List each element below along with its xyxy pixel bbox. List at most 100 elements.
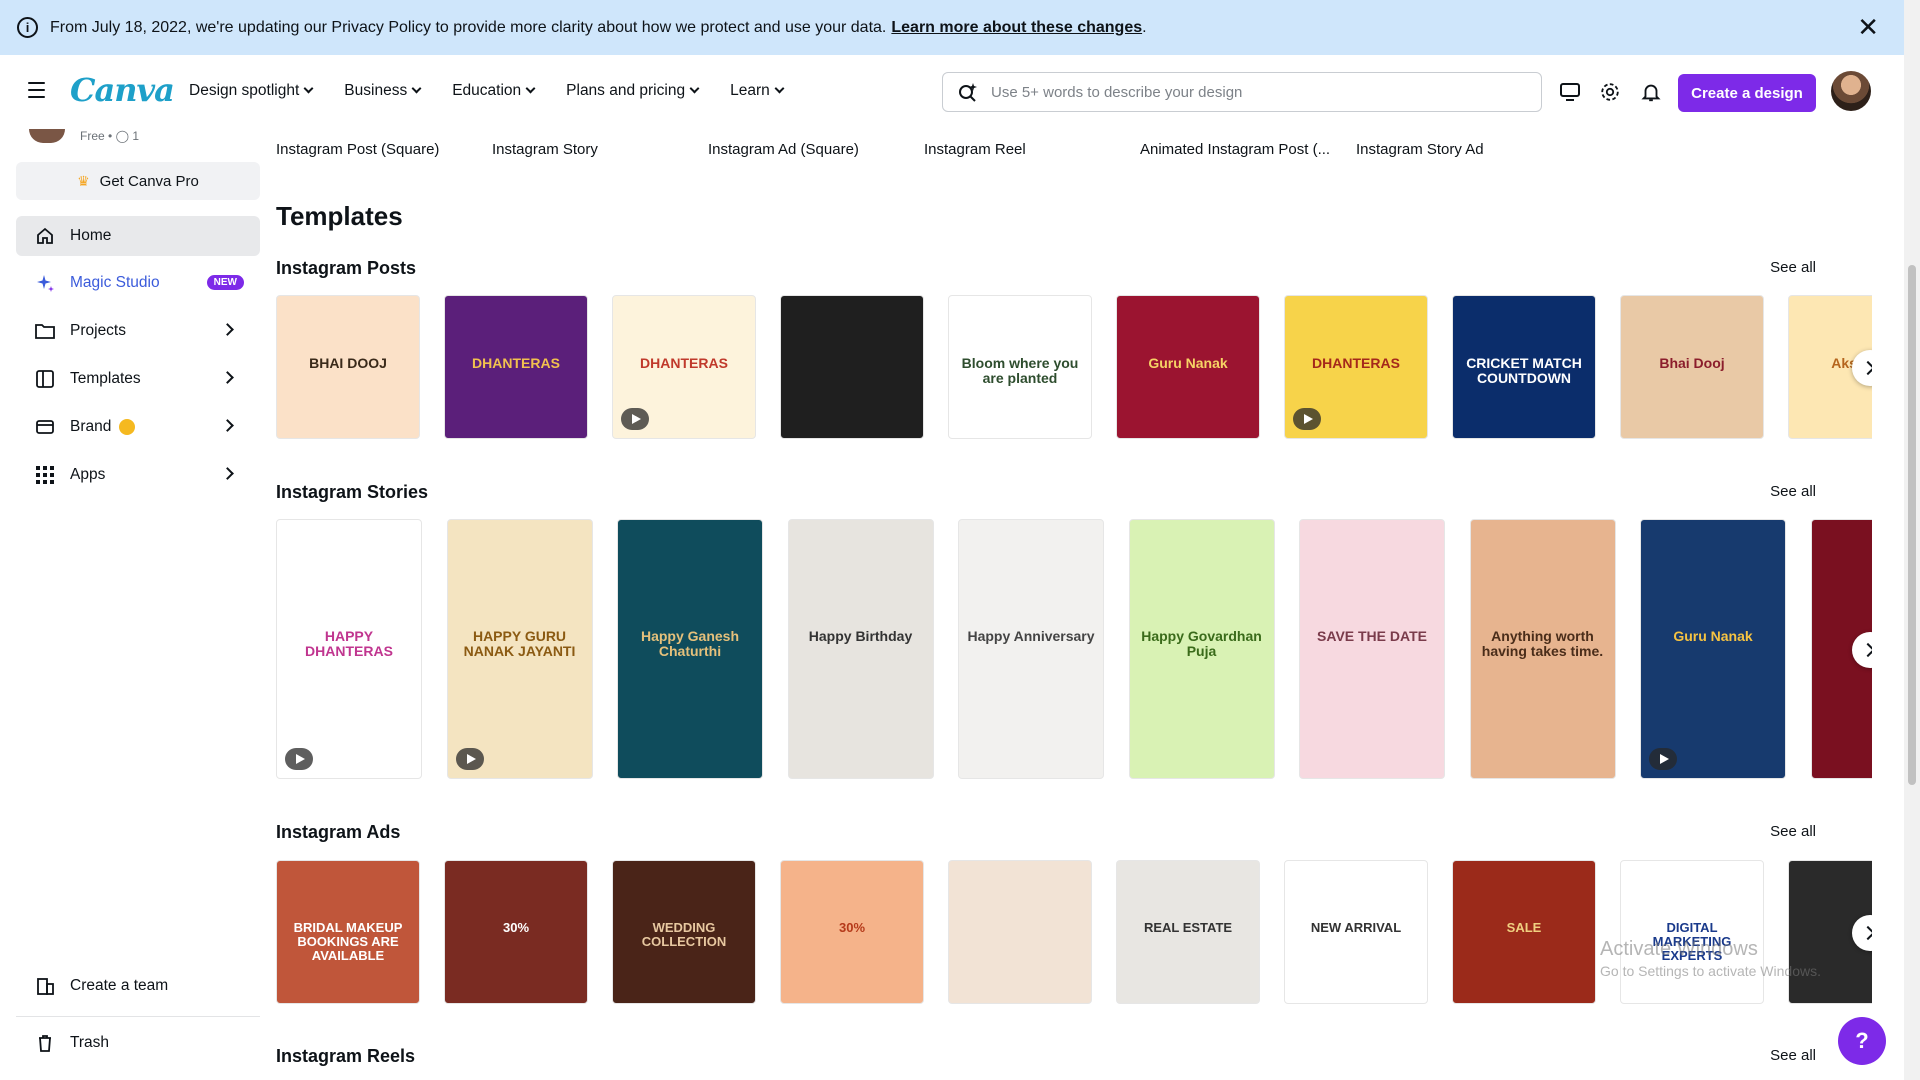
template-card[interactable]: WEDDING COLLECTION (612, 860, 756, 1004)
trash-icon (34, 1032, 56, 1054)
sidebar-item-brand[interactable]: Brand (16, 407, 260, 447)
template-card-text: Happy Anniversary (967, 628, 1095, 645)
create-design-button[interactable]: Create a design (1678, 74, 1816, 112)
chevron-down-icon (774, 83, 785, 94)
privacy-banner: i From July 18, 2022, we're updating our… (0, 0, 1904, 55)
template-card[interactable]: REAL ESTATE (1116, 860, 1260, 1004)
instagram-ads-row: BRIDAL MAKEUP BOOKINGS ARE AVAILABLE 30% W… (276, 860, 1872, 1006)
gear-icon[interactable] (1599, 80, 1621, 104)
design-type-instagram-reel[interactable]: Instagram Reel (924, 141, 1026, 158)
banner-link[interactable]: Learn more about these changes (891, 19, 1142, 37)
home-icon (34, 225, 56, 247)
template-card[interactable]: Guru Nanak (1116, 295, 1260, 439)
template-card[interactable]: DHANTERAS (1284, 295, 1428, 439)
nav-education[interactable]: Education (452, 82, 536, 100)
nav-design-spotlight[interactable]: Design spotlight (189, 82, 314, 100)
design-type-animated-post[interactable]: Animated Instagram Post (... (1140, 141, 1330, 158)
template-card[interactable]: DHANTERAS (612, 295, 756, 439)
help-button[interactable]: ? (1838, 1017, 1886, 1065)
new-badge: NEW (206, 275, 244, 290)
design-type-instagram-post[interactable]: Instagram Post (Square) (276, 141, 439, 158)
play-icon (621, 408, 649, 430)
template-card[interactable]: HAPPY DHANTERAS (276, 519, 422, 779)
template-card[interactable]: Happy Govardhan Puja (1128, 519, 1275, 779)
template-card[interactable]: Happy Ganesh Chaturthi (617, 519, 763, 779)
instagram-stories-row: HAPPY DHANTERAS HAPPY GURU NANAK JAYANTI H… (276, 519, 1872, 781)
get-canva-pro-button[interactable]: ♛ Get Canva Pro (16, 162, 260, 200)
template-card[interactable]: NEW ARRIVAL (1284, 860, 1428, 1004)
sidebar-item-home[interactable]: Home (16, 216, 260, 256)
sidebar: Free • ◯ 1 ♛ Get Canva Pro Home Magic Stu… (0, 129, 270, 1080)
chevron-down-icon (525, 83, 536, 94)
template-card[interactable] (780, 295, 924, 439)
nav-learn[interactable]: Learn (730, 82, 785, 100)
divider (16, 1016, 260, 1017)
design-type-story-ad[interactable]: Instagram Story Ad (1356, 141, 1484, 158)
members-icon: ◯ (115, 129, 129, 143)
template-card[interactable]: Bloom where you are planted (948, 295, 1092, 439)
template-card[interactable]: CRICKET MATCH COUNTDOWN (1452, 295, 1596, 439)
menu-icon[interactable] (28, 82, 45, 98)
sidebar-item-create-team[interactable]: Create a team (16, 966, 260, 1006)
sidebar-item-templates[interactable]: Templates (16, 359, 260, 399)
play-icon (1293, 408, 1321, 430)
crown-icon (119, 419, 136, 435)
bell-icon[interactable] (1640, 80, 1662, 104)
sidebar-item-trash[interactable]: Trash (16, 1023, 260, 1063)
see-all-reels-link[interactable]: See all (1770, 1047, 1816, 1064)
play-icon (1649, 748, 1677, 770)
main-nav: Design spotlight Business Education Plan… (189, 82, 815, 100)
apps-grid-icon (34, 464, 56, 486)
template-card[interactable]: Happy Birthday (787, 519, 934, 779)
monitor-icon[interactable] (1559, 82, 1581, 102)
template-card[interactable]: DIGITAL MARKETING EXPERTS (1620, 860, 1764, 1004)
crown-icon: ♛ (77, 172, 90, 189)
sidebar-item-magic-studio[interactable]: Magic Studio NEW (16, 263, 260, 303)
template-card[interactable]: 30% (780, 860, 924, 1004)
search-box[interactable] (942, 72, 1542, 112)
page-scrollbar[interactable] (1904, 0, 1920, 1080)
design-type-instagram-story[interactable]: Instagram Story (492, 141, 598, 158)
template-card[interactable]: Bhai Dooj (1620, 295, 1764, 439)
team-avatar[interactable] (29, 129, 65, 143)
sidebar-item-projects[interactable]: Projects (16, 311, 260, 351)
template-card[interactable]: DHANTERAS (444, 295, 588, 439)
template-card[interactable]: BRIDAL MAKEUP BOOKINGS ARE AVAILABLE (276, 860, 420, 1004)
template-card[interactable]: Guru Nanak (1640, 519, 1786, 779)
chevron-right-icon (221, 467, 234, 480)
template-card[interactable] (948, 860, 1092, 1004)
nav-business[interactable]: Business (344, 82, 422, 100)
canva-logo[interactable]: Canva (70, 71, 175, 109)
template-card-text: Happy Birthday (808, 628, 913, 645)
info-icon: i (17, 17, 38, 38)
design-type-instagram-ad[interactable]: Instagram Ad (Square) (708, 141, 859, 158)
sidebar-item-apps[interactable]: Apps (16, 455, 260, 495)
instagram-ads-heading: Instagram Ads (276, 822, 401, 842)
nav-plans-pricing[interactable]: Plans and pricing (566, 82, 700, 100)
design-type-row: Instagram Post (Square) Instagram Story … (276, 129, 1576, 161)
chevron-down-icon (303, 83, 314, 94)
template-card[interactable]: HAPPY GURU NANAK JAYANTI (446, 519, 593, 779)
template-card-text: 30% (838, 920, 866, 936)
template-card[interactable]: Anything worth having takes time. (1469, 519, 1616, 779)
template-card-text: Bhai Dooj (1659, 355, 1725, 372)
scrollbar-thumb[interactable] (1908, 265, 1916, 785)
template-card[interactable]: SAVE THE DATE (1299, 519, 1445, 779)
play-icon (455, 748, 484, 770)
template-card-text: CRICKET MATCH COUNTDOWN (1466, 355, 1582, 387)
template-card[interactable]: BHAI DOOJ (276, 295, 420, 439)
chevron-down-icon (411, 83, 422, 94)
avatar[interactable] (1831, 71, 1871, 111)
close-icon[interactable]: ✕ (1857, 14, 1879, 40)
template-card[interactable]: SALE (1452, 860, 1596, 1004)
template-card[interactable]: Happy Anniversary (958, 519, 1104, 779)
see-all-stories-link[interactable]: See all (1770, 483, 1816, 500)
see-all-posts-link[interactable]: See all (1770, 259, 1816, 276)
magic-search-icon (959, 83, 977, 102)
see-all-ads-link[interactable]: See all (1770, 823, 1816, 840)
template-card[interactable]: 30% (444, 860, 588, 1004)
search-input[interactable] (991, 83, 1511, 101)
templates-heading: Templates (276, 201, 403, 231)
template-card-text: BHAI DOOJ (309, 355, 387, 372)
template-card-text: DHANTERAS (640, 355, 728, 372)
